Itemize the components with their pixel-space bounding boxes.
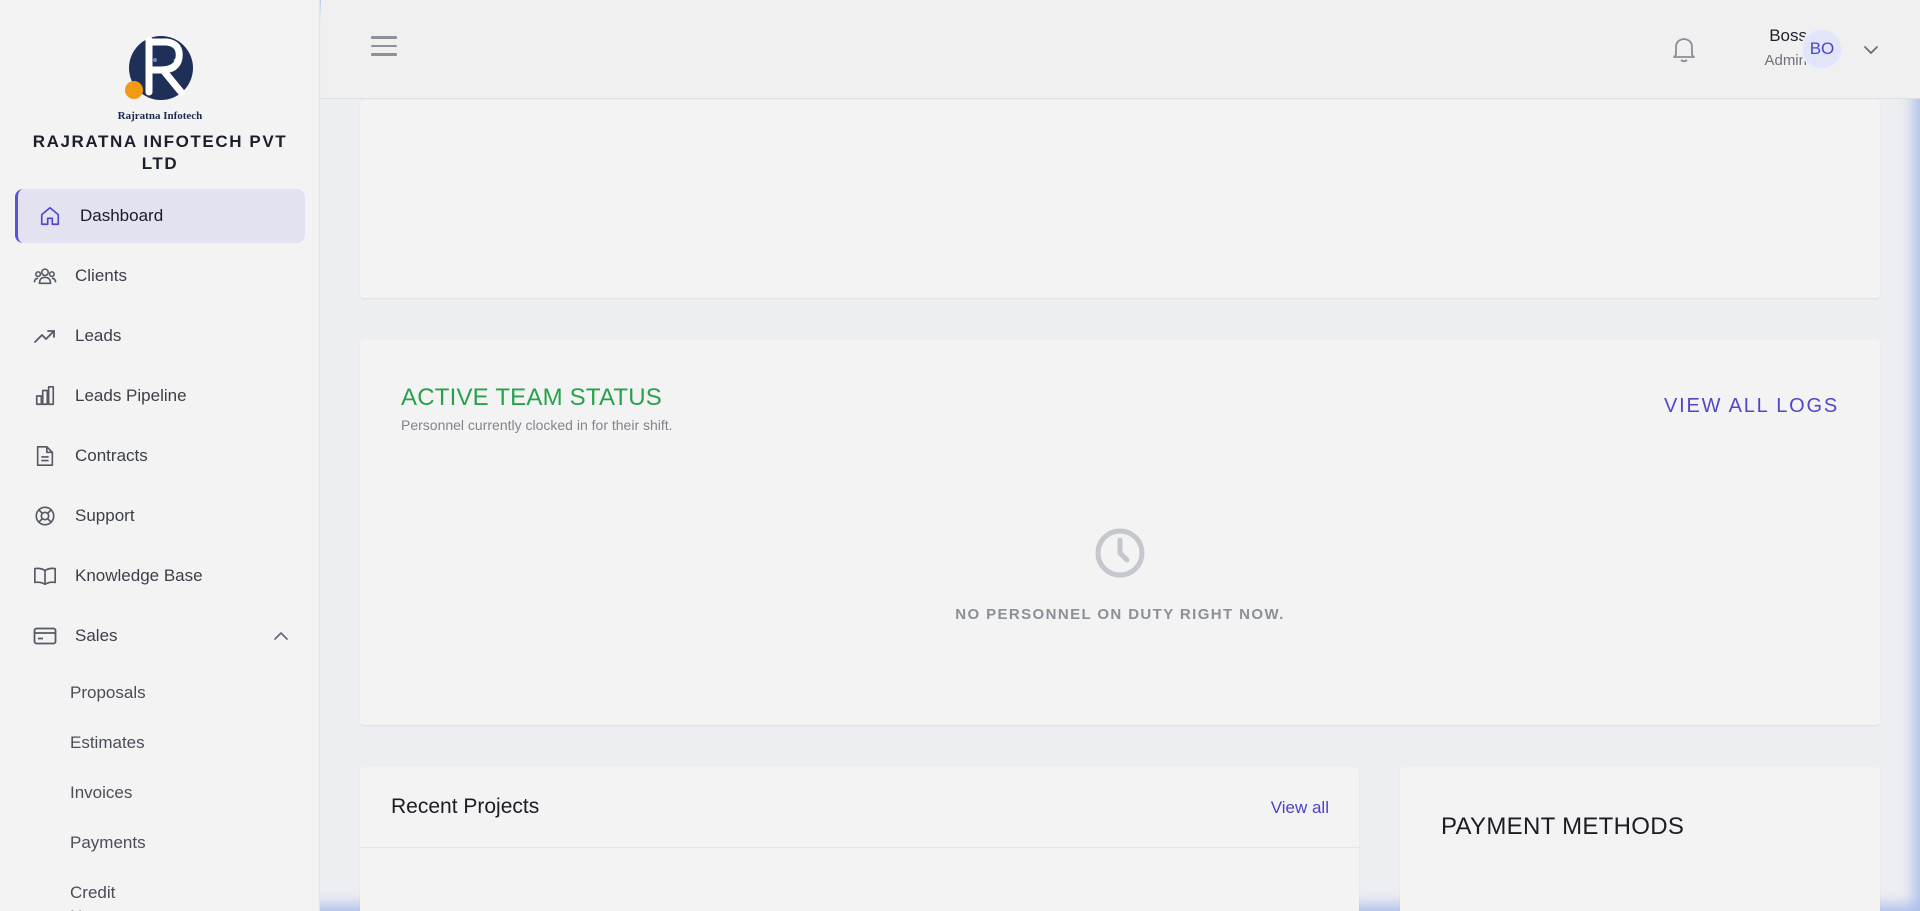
bar-chart-icon bbox=[33, 384, 57, 408]
lifebuoy-icon bbox=[33, 504, 57, 528]
divider bbox=[360, 847, 1359, 848]
brand-logo[interactable]: Rajratna Infotech bbox=[0, 30, 320, 122]
payment-methods-card: PAYMENT METHODS bbox=[1400, 767, 1880, 911]
view-all-logs-link[interactable]: VIEW ALL LOGS bbox=[1664, 395, 1839, 418]
sidebar-item-contracts[interactable]: Contracts bbox=[15, 429, 305, 483]
section-title: ACTIVE TEAM STATUS bbox=[401, 384, 662, 411]
sidebar-item-dashboard[interactable]: Dashboard bbox=[15, 189, 305, 243]
sidebar-item-sales[interactable]: Sales bbox=[15, 609, 305, 663]
chevron-up-icon[interactable] bbox=[273, 626, 289, 646]
sidebar-subitem-proposals[interactable]: Proposals bbox=[70, 681, 146, 705]
sidebar-item-clients[interactable]: Clients bbox=[15, 249, 305, 303]
sidebar-item-leads[interactable]: Leads bbox=[15, 309, 305, 363]
user-name[interactable]: Boss bbox=[1731, 26, 1807, 46]
top-bar: Boss Admin BO bbox=[321, 0, 1920, 99]
sidebar-nav: Dashboard Clients Leads Leads Pipeline C… bbox=[0, 189, 320, 669]
overview-card bbox=[360, 100, 1880, 298]
sidebar-item-label: Leads Pipeline bbox=[75, 386, 187, 405]
empty-state-message: NO PERSONNEL ON DUTY RIGHT NOW. bbox=[955, 606, 1285, 623]
avatar[interactable]: BO bbox=[1801, 28, 1843, 70]
app-window: Rajratna Infotech RAJRATNA INFOTECH PVT … bbox=[0, 0, 1920, 911]
section-subtitle: Personnel currently clocked in for their… bbox=[401, 417, 673, 433]
sidebar-item-knowledge-base[interactable]: Knowledge Base bbox=[15, 549, 305, 603]
team-status-card: ACTIVE TEAM STATUS Personnel currently c… bbox=[360, 340, 1880, 725]
sidebar-subitem-invoices[interactable]: Invoices bbox=[70, 781, 132, 805]
section-title: Recent Projects bbox=[391, 795, 540, 818]
view-all-link[interactable]: View all bbox=[1271, 798, 1329, 818]
sidebar-subitem-credit-notes[interactable]: Credit Notes bbox=[70, 881, 115, 911]
credit-card-icon bbox=[33, 624, 57, 648]
sidebar-item-support[interactable]: Support bbox=[15, 489, 305, 543]
clock-icon bbox=[1094, 527, 1146, 584]
sidebar-item-label: Dashboard bbox=[80, 206, 164, 225]
sidebar-subitem-payments[interactable]: Payments bbox=[70, 831, 146, 855]
sidebar-item-label: Clients bbox=[75, 266, 127, 285]
logo-mark bbox=[95, 30, 225, 114]
chevron-down-icon[interactable] bbox=[1863, 42, 1879, 60]
sidebar-item-label: Leads bbox=[75, 326, 122, 345]
trending-up-icon bbox=[33, 324, 57, 348]
users-icon bbox=[33, 264, 57, 288]
home-icon bbox=[38, 204, 62, 228]
sidebar-item-label: Sales bbox=[75, 626, 118, 645]
sidebar-item-leads-pipeline[interactable]: Leads Pipeline bbox=[15, 369, 305, 423]
section-title: PAYMENT METHODS bbox=[1441, 813, 1685, 840]
sidebar-item-label: Support bbox=[75, 506, 135, 525]
document-icon bbox=[33, 444, 57, 468]
company-name: RAJRATNA INFOTECH PVT LTD bbox=[32, 132, 288, 173]
book-icon bbox=[33, 564, 57, 588]
sidebar-item-label: Knowledge Base bbox=[75, 566, 203, 585]
sidebar-item-label: Contracts bbox=[75, 446, 148, 465]
recent-projects-card: Recent Projects View all bbox=[360, 767, 1359, 911]
menu-toggle-icon[interactable] bbox=[371, 36, 397, 58]
sidebar: Rajratna Infotech RAJRATNA INFOTECH PVT … bbox=[0, 0, 320, 911]
user-role: Admin bbox=[1764, 52, 1807, 69]
notification-bell-icon[interactable] bbox=[1671, 35, 1697, 68]
sidebar-subitem-estimates[interactable]: Estimates bbox=[70, 731, 145, 755]
